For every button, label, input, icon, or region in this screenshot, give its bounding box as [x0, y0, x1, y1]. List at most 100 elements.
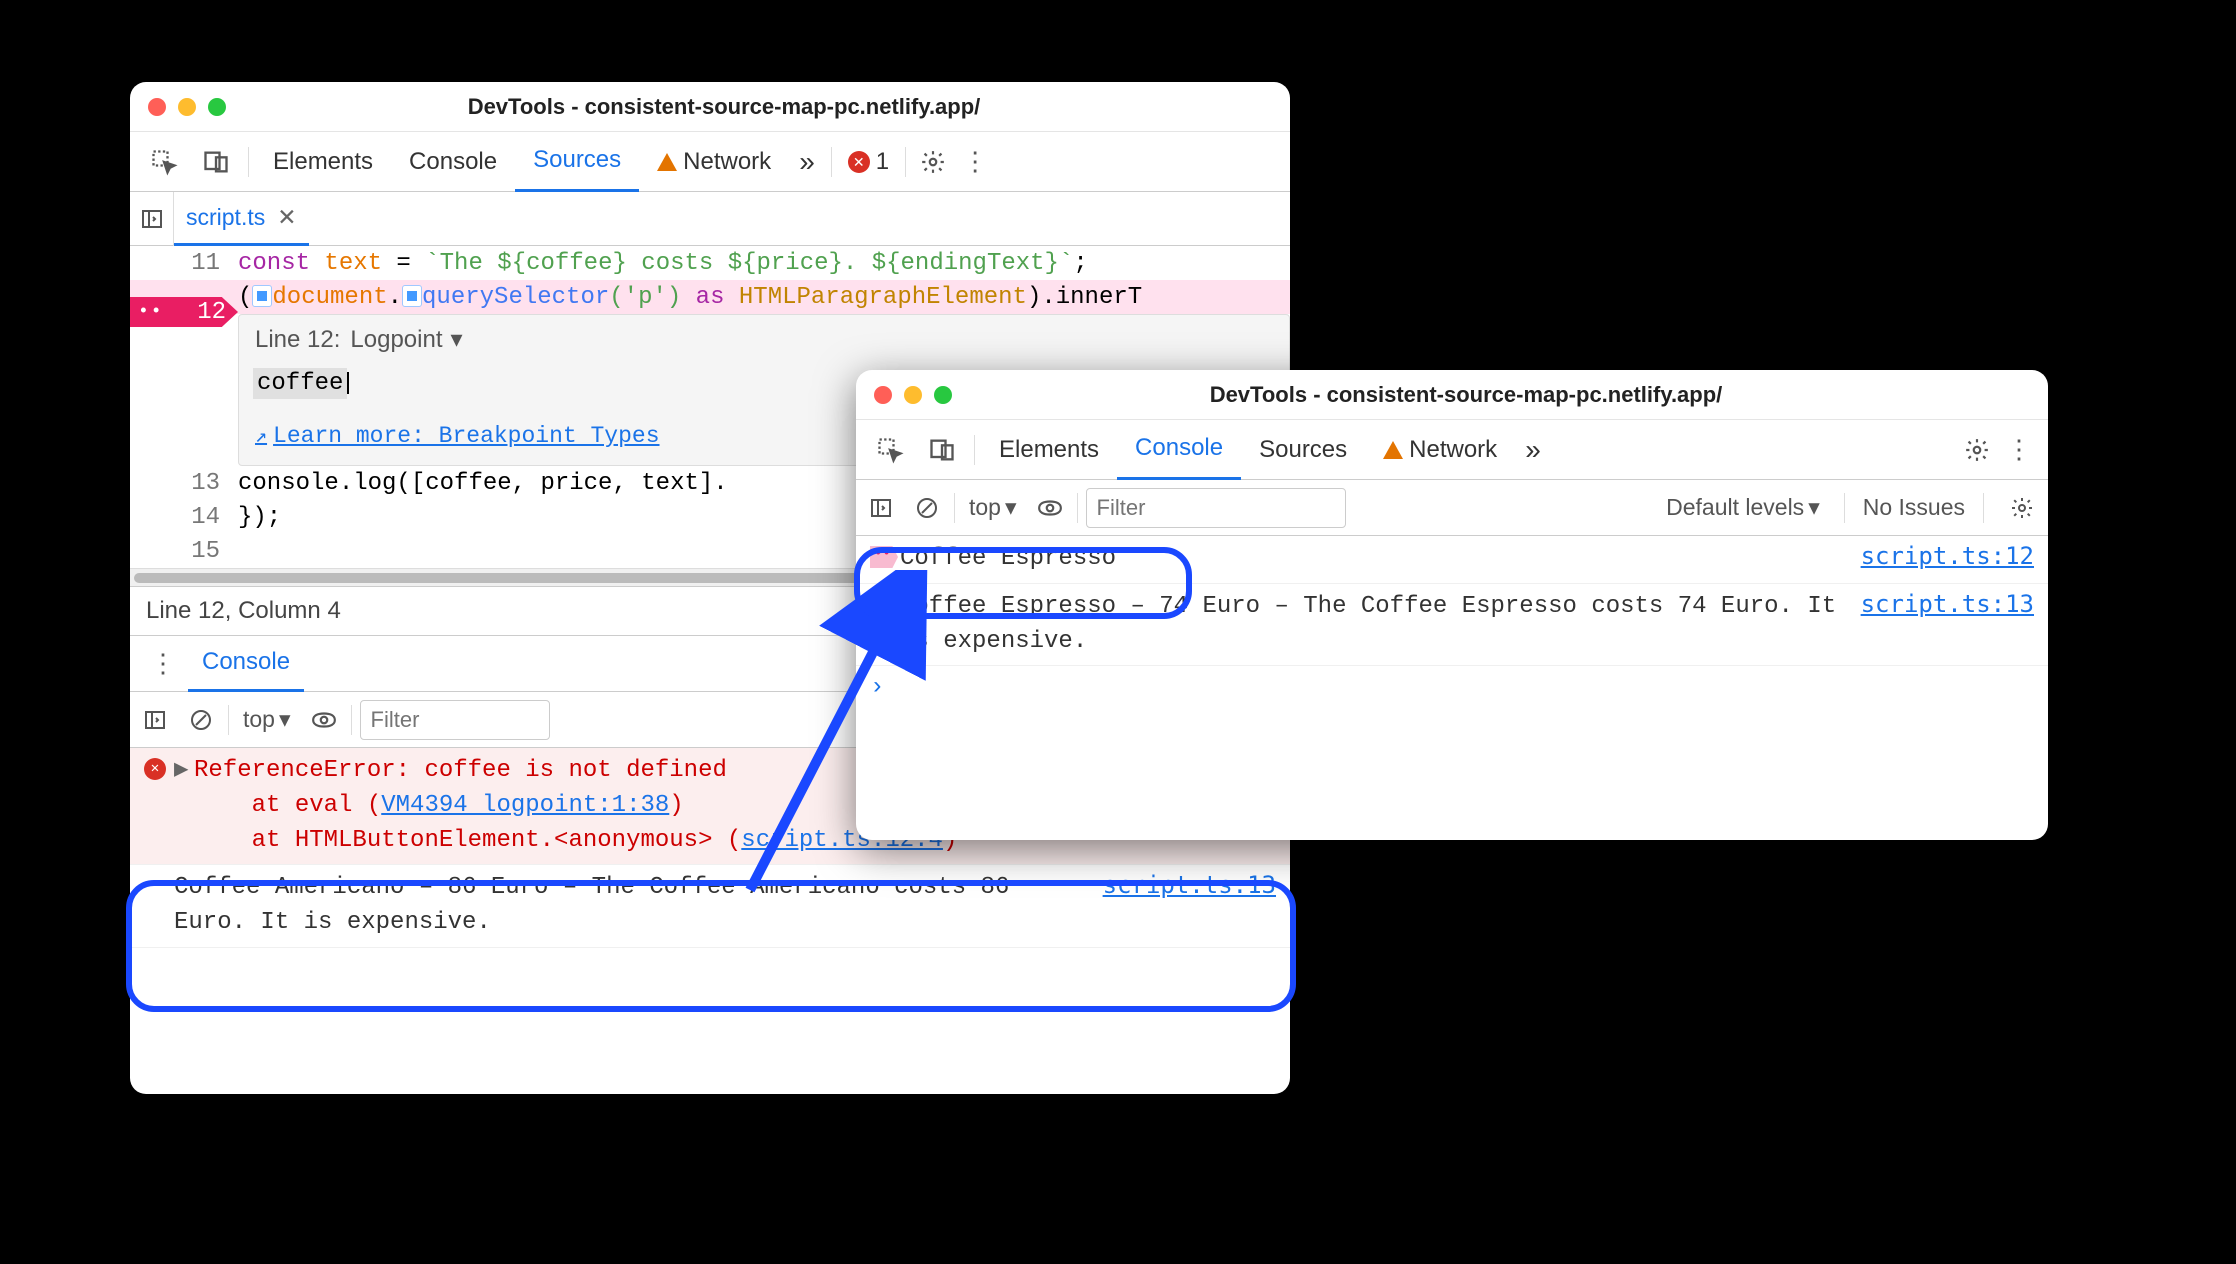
- line-number[interactable]: 11: [130, 250, 238, 277]
- window-title: DevTools - consistent-source-map-pc.netl…: [962, 382, 2030, 408]
- context-value: top: [243, 706, 275, 733]
- tab-sources[interactable]: Sources: [515, 132, 639, 192]
- chevron-down-icon: ▾: [451, 325, 463, 354]
- error-icon: ✕: [848, 151, 870, 173]
- tab-elements[interactable]: Elements: [981, 420, 1117, 480]
- tab-network-label: Network: [683, 148, 771, 176]
- issues-label[interactable]: No Issues: [1863, 494, 1965, 521]
- live-expression-icon[interactable]: [1031, 489, 1069, 527]
- live-expression-icon[interactable]: [305, 701, 343, 739]
- minimize-window-button[interactable]: [904, 386, 922, 404]
- console-log-row[interactable]: Coffee Espresso – 74 Euro – The Coffee E…: [856, 584, 2048, 667]
- context-value: top: [969, 494, 1001, 521]
- console-logpoint-row[interactable]: Coffee Espresso script.ts:12: [856, 536, 2048, 584]
- stack-link[interactable]: VM4394 logpoint:1:38: [381, 792, 669, 819]
- separator: [905, 147, 906, 177]
- file-tab-label: script.ts: [186, 204, 265, 231]
- minimize-window-button[interactable]: [178, 98, 196, 116]
- window-title: DevTools - consistent-source-map-pc.netl…: [236, 94, 1272, 120]
- logpoint-marker[interactable]: 12: [130, 297, 238, 327]
- logpoint-icon: [870, 542, 900, 568]
- log-message: Coffee Americano – 86 Euro – The Coffee …: [174, 871, 1091, 941]
- tab-network[interactable]: Network: [1365, 420, 1515, 480]
- error-count: 1: [876, 148, 889, 176]
- context-selector[interactable]: top ▾: [237, 706, 297, 733]
- learn-more-label: Learn more: Breakpoint Types: [273, 423, 659, 449]
- token-pill: [252, 285, 272, 307]
- console-toolbar: top ▾ Default levels ▾ No Issues: [856, 480, 2048, 536]
- line-number[interactable]: 13: [130, 470, 238, 497]
- code-line: (document.querySelector('p') as HTMLPara…: [238, 284, 1142, 311]
- annotation-arrow: [730, 570, 940, 910]
- error-count-badge[interactable]: ✕ 1: [838, 148, 899, 176]
- code-line: const text = `The ${coffee} costs ${pric…: [238, 250, 1088, 277]
- close-window-button[interactable]: [148, 98, 166, 116]
- sidebar-toggle-icon[interactable]: [862, 489, 900, 527]
- tab-network-label: Network: [1409, 436, 1497, 464]
- tab-elements[interactable]: Elements: [255, 132, 391, 192]
- warning-icon: [1383, 441, 1403, 459]
- tab-sources[interactable]: Sources: [1241, 420, 1365, 480]
- console-settings-icon[interactable]: [2002, 496, 2042, 520]
- navigator-toggle-icon[interactable]: [130, 192, 174, 246]
- expand-icon[interactable]: ▶: [174, 754, 194, 784]
- chevron-down-icon: ▾: [279, 706, 291, 733]
- external-link-icon: ↗: [255, 423, 267, 449]
- tabs-overflow-button[interactable]: »: [789, 146, 825, 178]
- line-number[interactable]: 14: [130, 504, 238, 531]
- tab-console[interactable]: Console: [1117, 420, 1241, 480]
- file-tab-script-ts[interactable]: script.ts ✕: [174, 192, 309, 246]
- sidebar-toggle-icon[interactable]: [136, 701, 174, 739]
- file-tabs: script.ts ✕: [130, 192, 1290, 246]
- levels-value: Default levels: [1666, 494, 1804, 521]
- inspect-element-icon[interactable]: [146, 144, 182, 180]
- traffic-lights: [874, 386, 952, 404]
- drawer-tab-console[interactable]: Console: [188, 636, 304, 692]
- chevron-down-icon: ▾: [1005, 494, 1017, 521]
- tabs-overflow-button[interactable]: »: [1515, 434, 1551, 466]
- line-number[interactable]: 15: [130, 538, 238, 565]
- clear-console-icon[interactable]: [182, 701, 220, 739]
- device-mode-icon[interactable]: [198, 144, 234, 180]
- log-message: Coffee Espresso – 74 Euro – The Coffee E…: [900, 590, 1849, 660]
- code-line: });: [238, 504, 281, 531]
- source-link[interactable]: script.ts:13: [1091, 871, 1276, 899]
- traffic-lights: [148, 98, 226, 116]
- kebab-menu-icon[interactable]: ⋮: [954, 146, 996, 177]
- warning-icon: [657, 153, 677, 171]
- source-link[interactable]: script.ts:13: [1849, 590, 2034, 618]
- separator: [248, 147, 249, 177]
- titlebar: DevTools - consistent-source-map-pc.netl…: [130, 82, 1290, 132]
- close-tab-icon[interactable]: ✕: [277, 204, 296, 231]
- console-log-area: Coffee Espresso script.ts:12 Coffee Espr…: [856, 536, 2048, 709]
- filter-input[interactable]: [1086, 488, 1346, 528]
- drawer-kebab-icon[interactable]: ⋮: [138, 648, 188, 679]
- settings-icon[interactable]: [912, 149, 954, 175]
- source-link[interactable]: script.ts:12: [1849, 542, 2034, 570]
- device-mode-icon[interactable]: [924, 432, 960, 468]
- separator: [831, 147, 832, 177]
- tab-network[interactable]: Network: [639, 132, 789, 192]
- context-selector[interactable]: top ▾: [963, 494, 1023, 521]
- chevron-down-icon: ▾: [1808, 494, 1820, 521]
- log-levels-selector[interactable]: Default levels ▾: [1660, 494, 1826, 521]
- breakpoint-type-select[interactable]: Logpoint ▾: [350, 325, 462, 354]
- titlebar: DevTools - consistent-source-map-pc.netl…: [856, 370, 2048, 420]
- cursor-position: Line 12, Column 4: [146, 597, 341, 625]
- logpoint-expression-value: coffee: [253, 368, 347, 399]
- filter-input[interactable]: [360, 700, 550, 740]
- main-toolbar: Elements Console Sources Network » ✕ 1 ⋮: [130, 132, 1290, 192]
- settings-icon[interactable]: [1956, 437, 1998, 463]
- close-window-button[interactable]: [874, 386, 892, 404]
- log-message: Coffee Espresso: [900, 542, 1849, 577]
- code-line: console.log([coffee, price, text].: [238, 470, 728, 497]
- inspect-element-icon[interactable]: [872, 432, 908, 468]
- clear-console-icon[interactable]: [908, 489, 946, 527]
- editor-line-label: Line 12:: [255, 326, 340, 354]
- maximize-window-button[interactable]: [934, 386, 952, 404]
- kebab-menu-icon[interactable]: ⋮: [1998, 434, 2040, 465]
- tab-console[interactable]: Console: [391, 132, 515, 192]
- console-log-row[interactable]: Coffee Americano – 86 Euro – The Coffee …: [130, 865, 1290, 948]
- console-prompt[interactable]: ›: [856, 666, 2048, 709]
- maximize-window-button[interactable]: [208, 98, 226, 116]
